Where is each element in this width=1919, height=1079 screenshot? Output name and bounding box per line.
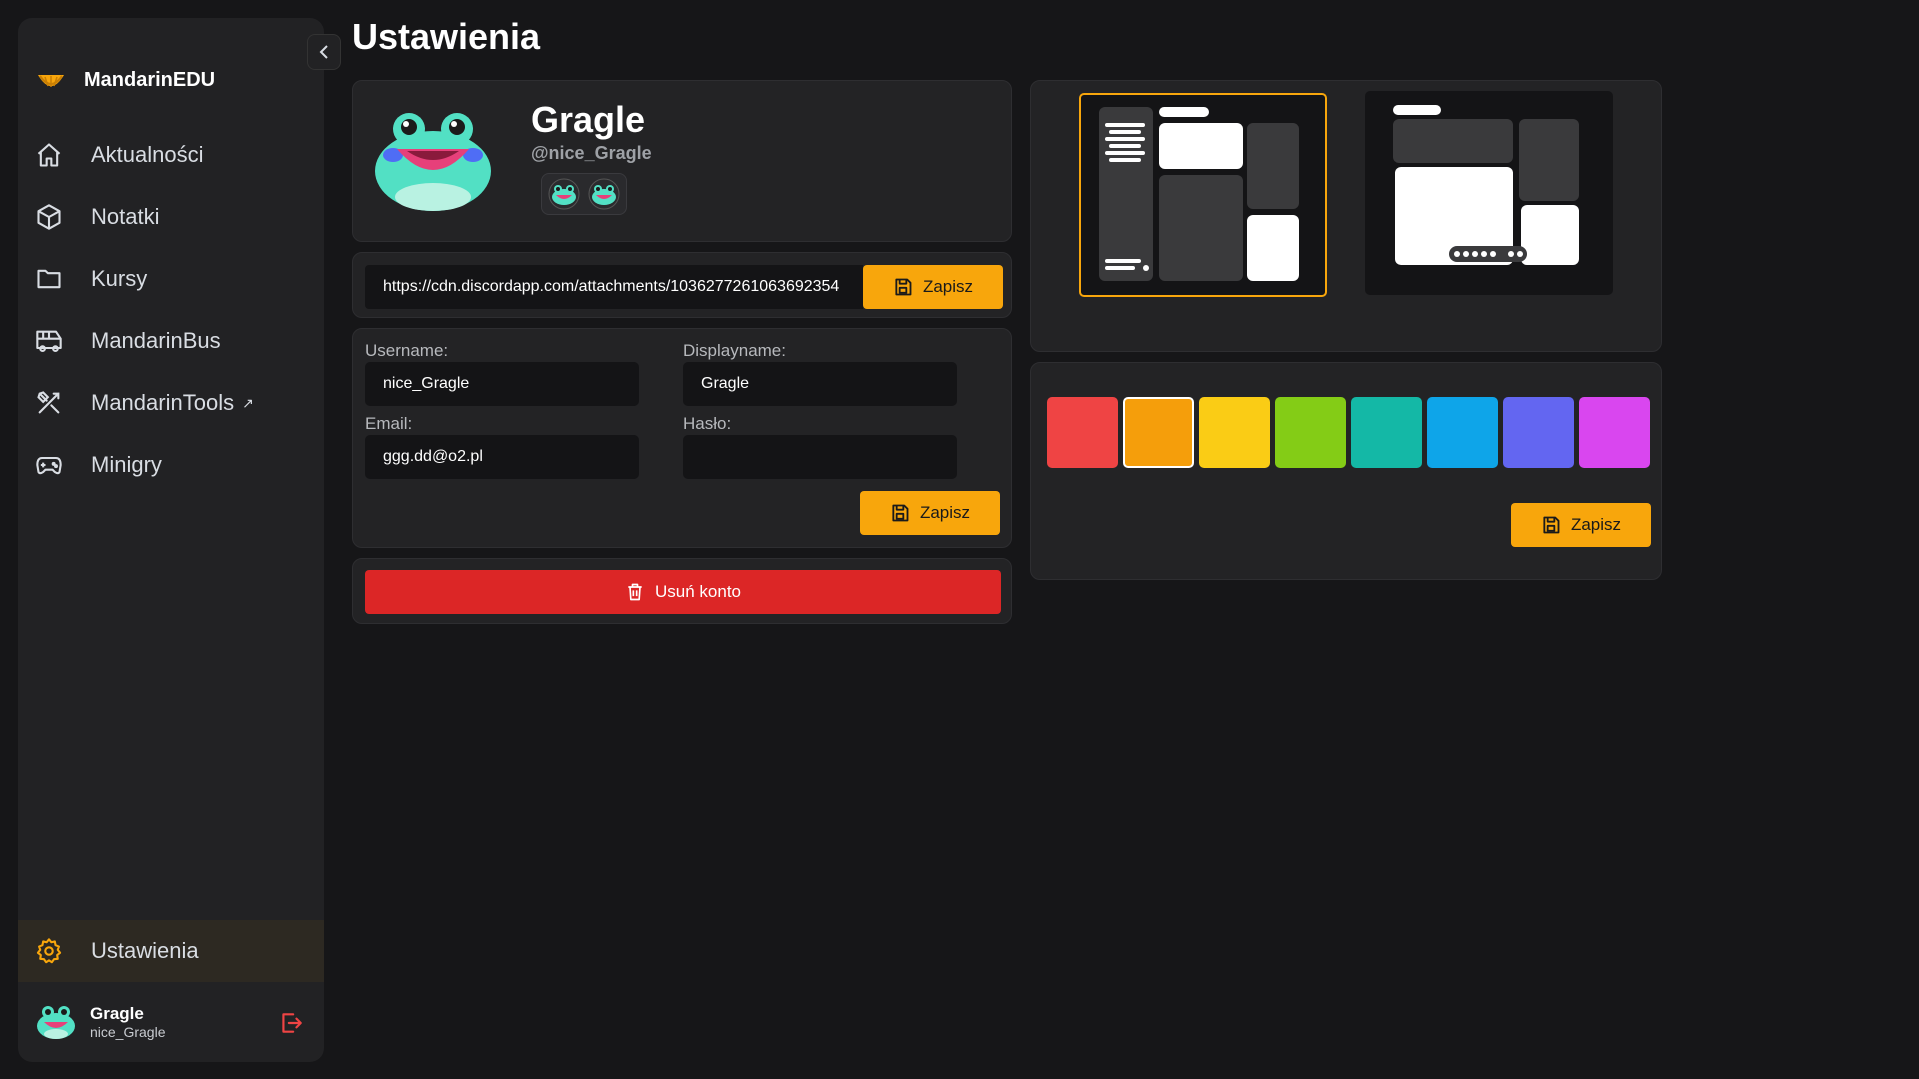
sidebar-item-label: MandarinBus	[91, 328, 221, 353]
folder-icon	[37, 269, 61, 289]
sidebar-item-aktualnosci[interactable]: Aktualności	[18, 124, 324, 186]
color-swatch-orange[interactable]	[1123, 397, 1194, 468]
tools-icon	[37, 391, 60, 414]
email-field[interactable]	[365, 435, 639, 479]
color-swatch-yellow[interactable]	[1199, 397, 1270, 468]
accent-color-card: Zapisz	[1030, 362, 1662, 580]
gear-icon	[36, 938, 62, 964]
sidebar-item-kursy[interactable]: Kursy	[18, 248, 324, 310]
frog-badge-icon	[588, 178, 620, 210]
color-swatch-indigo[interactable]	[1503, 397, 1574, 468]
sidebar-item-label: MandarinTools	[91, 390, 235, 415]
avatar	[37, 1006, 75, 1039]
layout-selector-card	[1030, 80, 1662, 352]
external-link-icon: ↗	[242, 394, 254, 411]
chevron-left-icon	[319, 45, 328, 59]
save-avatar-button[interactable]: Zapisz	[863, 265, 1003, 309]
username-label: Username:	[365, 341, 449, 360]
sidebar-item-label: Ustawienia	[91, 938, 199, 963]
logout-icon[interactable]	[278, 1010, 304, 1036]
sidebar-item-label: Notatki	[91, 204, 160, 229]
sidebar-item-label: Minigry	[91, 452, 162, 477]
cube-icon	[37, 204, 61, 230]
sidebar-item-notatki[interactable]: Notatki	[18, 186, 324, 248]
color-swatch-fuchsia[interactable]	[1579, 397, 1650, 468]
badge-list	[541, 173, 627, 215]
color-swatch-sky[interactable]	[1427, 397, 1498, 468]
app-name: MandarinEDU	[84, 68, 216, 91]
sidebar-item-minigry[interactable]: Minigry	[18, 434, 324, 496]
save-account-button[interactable]: Zapisz	[860, 491, 1000, 535]
collapse-sidebar-button[interactable]	[307, 34, 341, 70]
sidebar-item-label: Aktualności	[91, 142, 204, 167]
current-user[interactable]: Gragle nice_Gragle	[18, 992, 324, 1052]
floppy-disk-icon	[1543, 516, 1560, 534]
username-field[interactable]	[365, 362, 639, 406]
home-icon	[37, 143, 61, 167]
color-swatch-red[interactable]	[1047, 397, 1118, 468]
profile-card: Gragle @nice_Gragle	[352, 80, 1012, 242]
page-title: Ustawienia	[352, 16, 541, 57]
delete-account-label: Usuń konto	[655, 582, 741, 601]
profile-displayname: Gragle	[531, 99, 646, 140]
save-theme-button[interactable]: Zapisz	[1511, 503, 1651, 547]
user-username: nice_Gragle	[90, 1023, 166, 1040]
color-swatch-teal[interactable]	[1351, 397, 1422, 468]
delete-account-card: Usuń konto	[352, 558, 1012, 624]
email-label: Email:	[365, 414, 413, 433]
avatar-url-card: Zapisz	[352, 252, 1012, 318]
avatar-url-input[interactable]	[365, 265, 863, 309]
password-label: Hasło:	[683, 414, 732, 433]
floppy-disk-icon	[895, 278, 912, 296]
sidebar-item-label: Kursy	[91, 266, 148, 291]
frog-badge-icon	[548, 178, 580, 210]
save-label: Zapisz	[919, 503, 971, 522]
color-swatch-list	[1047, 397, 1650, 468]
mandarin-logo-icon	[38, 75, 64, 87]
profile-handle: @nice_Gragle	[531, 143, 652, 163]
sidebar-item-mandarinbus[interactable]: MandarinBus	[18, 310, 324, 372]
avatar	[375, 113, 491, 211]
save-label: Zapisz	[1570, 515, 1622, 534]
password-field[interactable]	[683, 435, 957, 479]
account-form-card: Username: Displayname: Email: Hasło: Zap…	[352, 328, 1012, 548]
sidebar-item-ustawienia[interactable]: Ustawienia	[18, 920, 324, 982]
save-label: Zapisz	[922, 277, 974, 296]
bus-icon	[36, 330, 62, 352]
layout-option-topbar[interactable]	[1365, 91, 1613, 295]
displayname-label: Displayname:	[683, 341, 786, 360]
delete-account-button[interactable]: Usuń konto	[365, 570, 1001, 614]
trash-icon	[628, 583, 642, 601]
displayname-field[interactable]	[683, 362, 957, 406]
user-displayname: Gragle	[90, 1004, 144, 1024]
color-swatch-lime[interactable]	[1275, 397, 1346, 468]
sidebar-item-mandarintools[interactable]: MandarinTools ↗	[18, 372, 324, 434]
gamepad-icon	[36, 456, 62, 475]
brand[interactable]: MandarinEDU	[36, 50, 215, 110]
sidebar-nav: Aktualności Notatki Kursy MandarinBus Ma…	[18, 124, 324, 496]
sidebar: MandarinEDU Aktualności Notatki Kursy Ma…	[18, 18, 324, 1062]
layout-option-sidebar[interactable]	[1079, 93, 1327, 297]
floppy-disk-icon	[892, 504, 909, 522]
